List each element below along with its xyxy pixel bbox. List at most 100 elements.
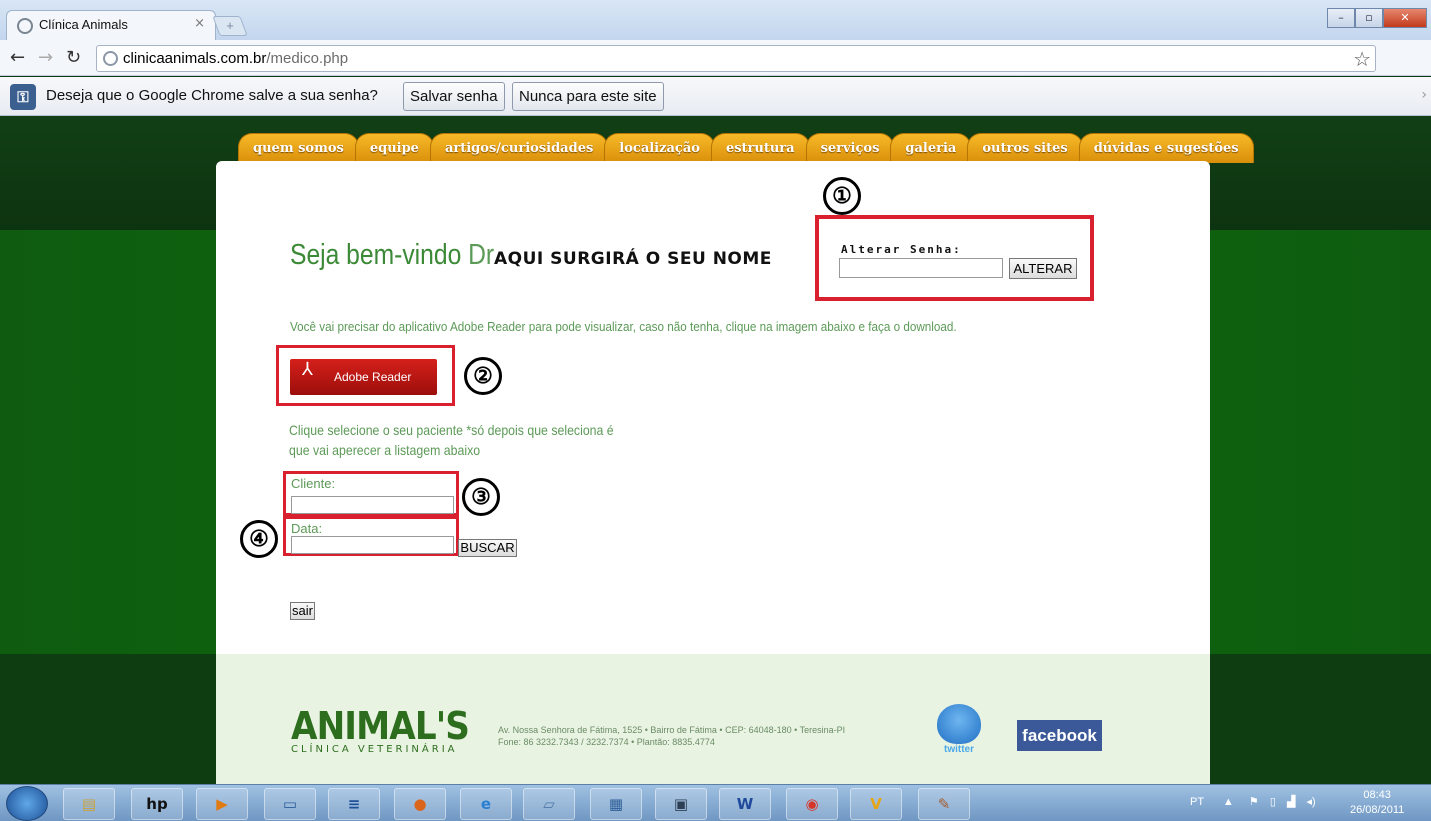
key-icon: ⚿ [10,84,36,110]
menu-item-equipe[interactable]: equipe [354,133,434,163]
change-password-box: Alterar Senha: ALTERAR [815,215,1094,301]
volume-icon[interactable]: ◂) [1306,796,1315,808]
clock[interactable]: 08:43 26/08/2011 [1350,788,1404,818]
content-panel: Seja bem-vindo Dr. AQUI SURGIRÁ O SEU NO… [216,161,1210,654]
tab-title: Clínica Animals [39,17,128,32]
bookmark-star-icon[interactable]: ☆ [1353,47,1371,71]
clinic-address: Av. Nossa Senhora de Fátima, 1525 • Bair… [498,724,845,748]
computer-taskbar-icon[interactable]: ▣ [655,788,707,820]
url-input[interactable]: clinicaanimals.com.br/medico.php ☆ [96,45,1376,72]
new-password-input[interactable] [839,258,1003,278]
menu-item-duvidas[interactable]: dúvidas e sugestões [1078,133,1254,163]
media-player-taskbar-icon[interactable]: ▶ [196,788,248,820]
plus-icon: + [226,18,234,33]
address-bar: ← → ↻ clinicaanimals.com.br/medico.php ☆… [0,40,1431,108]
menu-item-galeria[interactable]: galeria [890,133,972,163]
client-input[interactable] [291,496,454,514]
url-host: clinicaanimals.com.br [123,50,267,67]
page-info-icon[interactable] [103,51,118,66]
clock-time: 08:43 [1363,789,1391,801]
internet-explorer-taskbar-icon[interactable]: e [460,788,512,820]
url-text: clinicaanimals.com.br/medico.php [123,50,348,67]
window-taskbar-icon[interactable]: ▭ [264,788,316,820]
back-icon[interactable]: ← [10,47,25,68]
adobe-reader-label: Adobe Reader [334,370,412,384]
menu-item-outros-sites[interactable]: outros sites [967,133,1083,163]
firefox-taskbar-icon[interactable]: ● [394,788,446,820]
callout-badge-2: ② [464,357,502,395]
buscar-button[interactable]: BUSCAR [458,539,517,557]
notepad-taskbar-icon[interactable]: ▱ [523,788,575,820]
globe-icon [17,18,33,34]
browser-tab[interactable]: Clínica Animals × [6,10,216,40]
show-hidden-icons-icon[interactable]: ▲ [1223,796,1234,808]
change-password-label: Alterar Senha: [841,243,962,256]
new-tab-button[interactable]: + [212,16,248,36]
callout-badge-3: ③ [462,478,500,516]
menu-item-quem-somos[interactable]: quem somos [238,133,359,163]
explorer-taskbar-icon[interactable]: ▤ [63,788,115,820]
close-infobar-icon[interactable]: › [1421,87,1427,103]
reload-icon[interactable]: ↻ [66,47,81,68]
clock-date: 26/08/2011 [1350,804,1405,816]
adobe-note: Você vai precisar do aplicativo Adobe Re… [290,319,957,334]
hp-taskbar-icon[interactable]: hp [131,788,183,820]
date-label: Data: [291,521,323,536]
forward-icon[interactable]: → [38,47,53,68]
never-save-button[interactable]: Nunca para este site [512,82,664,111]
menu-item-localizacao[interactable]: localização [604,133,715,163]
language-indicator[interactable]: PT [1190,796,1204,808]
address-line-1: Av. Nossa Senhora de Fátima, 1525 • Bair… [498,725,846,735]
callout-badge-4: ④ [240,520,278,558]
adobe-reader-button[interactable]: ⅄ Adobe Reader [290,359,437,395]
welcome-text: Seja bem-vindo [290,239,462,271]
browser-titlebar: Clínica Animals × + – ▫ ✕ [0,0,1431,40]
date-highlight-box: Data: [283,516,459,556]
client-label: Cliente: [291,476,336,491]
save-password-infobar: ⚿ Deseja que o Google Chrome salve a sua… [0,77,1431,116]
control-panel-taskbar-icon[interactable]: ▦ [590,788,642,820]
close-window-button[interactable]: ✕ [1383,8,1427,28]
word-taskbar-icon[interactable]: W [719,788,771,820]
network-icon[interactable]: ▟ [1287,796,1295,808]
menu-item-servicos[interactable]: serviços [805,133,895,163]
web-page: quem somos equipe artigos/curiosidades l… [0,116,1431,784]
url-path: /medico.php [266,50,349,67]
welcome-heading: Seja bem-vindo Dr. [290,239,500,272]
close-tab-icon[interactable]: × [194,16,205,31]
menu-item-estrutura[interactable]: estrutura [710,133,810,163]
twitter-link[interactable]: twitter [934,704,984,764]
save-password-button[interactable]: Salvar senha [403,82,505,111]
callout-badge-1: ① [823,177,861,215]
main-menu: quem somos equipe artigos/curiosidades l… [238,133,1254,163]
power-icon[interactable]: ▯ [1270,796,1276,808]
clinic-logo: ANIMAL'S CLÍNICA VETERINÁRIA [291,704,489,755]
date-input[interactable] [291,536,454,554]
v-app-taskbar-icon[interactable]: V [850,788,902,820]
maximize-button[interactable]: ▫ [1355,8,1383,28]
select-patient-note: Clique selecione o seu paciente *só depo… [289,422,614,458]
stack-taskbar-icon[interactable]: ≡ [328,788,380,820]
system-tray: PT ▲ ⚑ ▯ ▟ ◂) [1190,795,1316,808]
chrome-taskbar-icon[interactable]: ◉ [786,788,838,820]
windows-taskbar: ▤ hp ▶ ▭ ≡ ● e ▱ ▦ ▣ W ◉ V ✎ PT ▲ ⚑ ▯ ▟ … [0,784,1431,821]
minimize-button[interactable]: – [1327,8,1355,28]
menu-item-artigos[interactable]: artigos/curiosidades [429,133,609,163]
logo-title: ANIMAL'S [291,704,470,748]
adobe-highlight-box: ⅄ Adobe Reader [276,345,455,406]
start-button[interactable] [6,786,48,821]
client-highlight-box: Cliente: [283,471,459,516]
twitter-label: twitter [944,744,974,755]
alterar-button[interactable]: ALTERAR [1009,258,1077,279]
window-controls: – ▫ ✕ [1327,8,1427,28]
logout-button[interactable]: sair [290,602,315,620]
pdf-icon: ⅄ [302,359,313,380]
infobar-message: Deseja que o Google Chrome salve a sua s… [46,87,378,104]
site-footer: ANIMAL'S CLÍNICA VETERINÁRIA Av. Nossa S… [216,654,1210,784]
twitter-bird-icon [937,704,981,744]
doctor-name: AQUI SURGIRÁ O SEU NOME [494,249,772,269]
facebook-link[interactable]: facebook [1017,720,1102,751]
paint-taskbar-icon[interactable]: ✎ [918,788,970,820]
flag-icon[interactable]: ⚑ [1249,796,1259,808]
address-line-2: Fone: 86 3232.7343 / 3232.7374 • Plantão… [498,737,715,747]
